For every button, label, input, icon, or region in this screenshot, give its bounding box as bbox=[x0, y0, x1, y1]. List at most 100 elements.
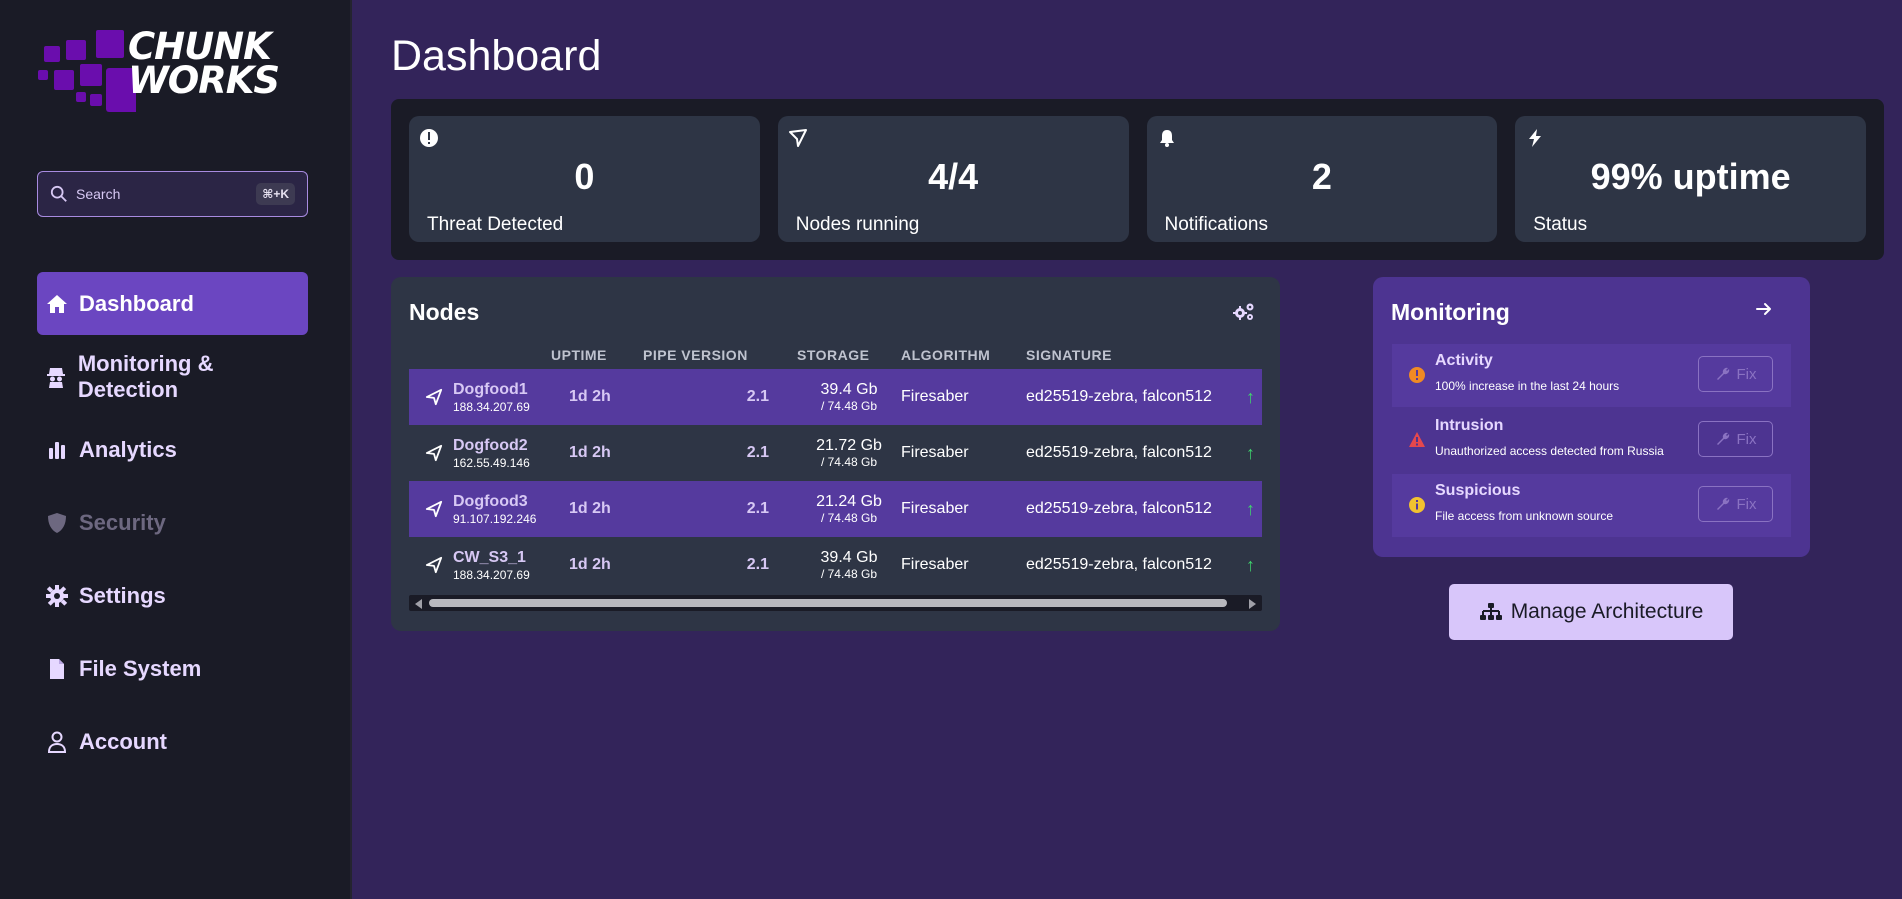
column-header-storage[interactable]: STORAGE bbox=[797, 347, 869, 363]
sidebar-item-security[interactable]: Security bbox=[37, 491, 308, 554]
horizontal-scrollbar[interactable] bbox=[409, 595, 1262, 611]
table-row[interactable]: CW_S3_1 188.34.207.69 1d 2h 2.1 39.4 Gb / … bbox=[409, 537, 1262, 593]
stat-card-status: 99% uptime Status bbox=[1515, 116, 1866, 242]
gears-icon[interactable] bbox=[1232, 301, 1256, 323]
alert-intrusion: Intrusion Unauthorized access detected f… bbox=[1392, 409, 1791, 472]
search-icon bbox=[50, 185, 67, 202]
node-ip: 162.55.49.146 bbox=[453, 455, 530, 470]
node-name-cell: Dogfood2 162.55.49.146 bbox=[453, 425, 530, 481]
stat-card-nodes: 4/4 Nodes running bbox=[777, 116, 1129, 242]
sidebar-item-account[interactable]: Account bbox=[37, 710, 308, 773]
wrench-icon bbox=[1716, 367, 1729, 380]
node-uptime: 1d 2h bbox=[569, 444, 611, 461]
sidebar-item-label: Monitoring & Detection bbox=[77, 350, 214, 402]
alert-list: Activity 100% increase in the last 24 ho… bbox=[1392, 344, 1791, 539]
fix-button[interactable]: Fix bbox=[1698, 421, 1773, 457]
storage-capacity: / 74.48 Gb bbox=[820, 567, 878, 581]
table-row[interactable]: Dogfood3 91.107.192.246 1d 2h 2.1 21.24 G… bbox=[409, 481, 1262, 537]
gear-icon bbox=[45, 584, 69, 608]
node-algorithm: Firesaber bbox=[901, 444, 969, 461]
node-name-cell: CW_S3_1 188.34.207.69 bbox=[453, 537, 530, 593]
alert-title: Suspicious bbox=[1435, 482, 1521, 499]
node-uptime: 1d 2h bbox=[569, 388, 611, 405]
node-uptime: 1d 2h bbox=[569, 556, 611, 573]
sidebar-item-label: File System bbox=[79, 655, 202, 681]
node-storage: 21.72 Gb/ 74.48 Gb bbox=[789, 425, 909, 481]
alert-description: 100% increase in the last 24 hours bbox=[1435, 379, 1620, 393]
node-signature: ed25519-zebra, falcon512 bbox=[1026, 500, 1212, 517]
shield-icon bbox=[45, 511, 69, 535]
storage-used: 39.4 Gb bbox=[820, 381, 878, 398]
sidebar-item-settings[interactable]: Settings bbox=[37, 564, 308, 627]
node-icon bbox=[425, 369, 445, 425]
alert-title: Intrusion bbox=[1435, 417, 1504, 434]
fix-label: Fix bbox=[1736, 495, 1757, 513]
sidebar-item-analytics[interactable]: Analytics bbox=[37, 418, 308, 481]
node-name[interactable]: Dogfood1 bbox=[453, 381, 528, 399]
file-icon bbox=[45, 657, 69, 681]
node-name[interactable]: Dogfood3 bbox=[453, 493, 528, 511]
detective-icon bbox=[45, 365, 68, 389]
warning-circle-icon bbox=[1409, 367, 1425, 383]
node-icon bbox=[788, 129, 807, 147]
search-box[interactable]: Search ⌘+K bbox=[37, 171, 308, 217]
info-circle-icon bbox=[1409, 497, 1425, 513]
node-name[interactable]: CW_S3_1 bbox=[453, 549, 526, 567]
stat-card-notifications[interactable]: 2 Notifications bbox=[1146, 116, 1498, 242]
node-signature: ed25519-zebra, falcon512 bbox=[1026, 444, 1212, 461]
manage-architecture-label: Manage Architecture bbox=[1510, 600, 1704, 623]
sidebar-nav: Dashboard Monitoring & Detection Analyti… bbox=[37, 272, 308, 783]
alert-activity: Activity 100% increase in the last 24 ho… bbox=[1392, 344, 1791, 407]
fix-button[interactable]: Fix bbox=[1698, 356, 1773, 392]
stat-value: 99% uptime bbox=[1590, 156, 1791, 197]
wrench-icon bbox=[1716, 432, 1729, 445]
sidebar-item-label: Settings bbox=[79, 582, 166, 608]
scroll-right-icon[interactable] bbox=[1249, 599, 1256, 609]
alert-title: Activity bbox=[1435, 352, 1493, 369]
manage-architecture-button[interactable]: Manage Architecture bbox=[1449, 584, 1733, 640]
node-algorithm: Firesaber bbox=[901, 388, 969, 405]
sidebar-item-label: Analytics bbox=[79, 436, 177, 462]
fix-button[interactable]: Fix bbox=[1698, 486, 1773, 522]
chunkworks-logo[interactable]: CHUNK WORKS bbox=[36, 28, 316, 118]
sidebar-item-monitoring[interactable]: Monitoring & Detection bbox=[37, 345, 308, 408]
user-icon bbox=[45, 730, 69, 754]
stat-card-threats: 0 Threat Detected bbox=[409, 116, 760, 242]
node-algorithm: Firesaber bbox=[901, 556, 969, 573]
stats-bar: 0 Threat Detected 4/4 Nodes running 2 No… bbox=[391, 99, 1884, 260]
scrollbar-thumb[interactable] bbox=[429, 599, 1227, 607]
node-algorithm: Firesaber bbox=[901, 500, 969, 517]
node-storage: 39.4 Gb/ 74.48 Gb bbox=[789, 537, 909, 593]
sitemap-icon bbox=[1479, 603, 1502, 620]
node-pipe-version: 2.1 bbox=[746, 388, 769, 405]
search-placeholder: Search bbox=[76, 186, 121, 202]
table-row[interactable]: Dogfood1 188.34.207.69 1d 2h 2.1 39.4 Gb /… bbox=[409, 369, 1262, 425]
node-pipe-version: 2.1 bbox=[746, 444, 769, 461]
logo-mark-icon bbox=[38, 30, 136, 112]
sidebar-item-dashboard[interactable]: Dashboard bbox=[37, 272, 308, 335]
monitoring-panel: Monitoring Activity 100% increase in the… bbox=[1373, 277, 1810, 557]
column-header-algorithm[interactable]: ALGORITHM bbox=[901, 347, 990, 363]
node-uptime: 1d 2h bbox=[569, 500, 611, 517]
exclamation-icon bbox=[420, 129, 438, 147]
alert-suspicious: Suspicious File access from unknown sour… bbox=[1392, 474, 1791, 537]
column-header-pipe-version[interactable]: PIPE VERSION bbox=[643, 347, 748, 363]
table-row[interactable]: Dogfood2 162.55.49.146 1d 2h 2.1 21.72 Gb… bbox=[409, 425, 1262, 481]
scroll-left-icon[interactable] bbox=[415, 599, 422, 609]
sidebar-item-file-system[interactable]: File System bbox=[37, 637, 308, 700]
stat-label: Nodes running bbox=[795, 214, 920, 235]
column-header-uptime[interactable]: UPTIME bbox=[551, 347, 607, 363]
monitoring-title: Monitoring bbox=[1391, 299, 1510, 325]
stat-label: Status bbox=[1533, 214, 1588, 235]
column-header-signature[interactable]: SIGNATURE bbox=[1026, 347, 1112, 363]
status-up-icon: ↑ bbox=[1246, 554, 1255, 575]
sidebar-item-label: Dashboard bbox=[79, 290, 194, 316]
logo-text: CHUNK WORKS bbox=[128, 28, 280, 99]
stat-value: 2 bbox=[1311, 156, 1332, 197]
node-name[interactable]: Dogfood2 bbox=[453, 437, 528, 455]
node-storage: 39.4 Gb/ 74.48 Gb bbox=[789, 369, 909, 425]
home-icon bbox=[45, 292, 69, 316]
storage-capacity: / 74.48 Gb bbox=[820, 455, 878, 469]
node-icon bbox=[425, 537, 445, 593]
arrow-right-icon[interactable] bbox=[1754, 299, 1774, 319]
